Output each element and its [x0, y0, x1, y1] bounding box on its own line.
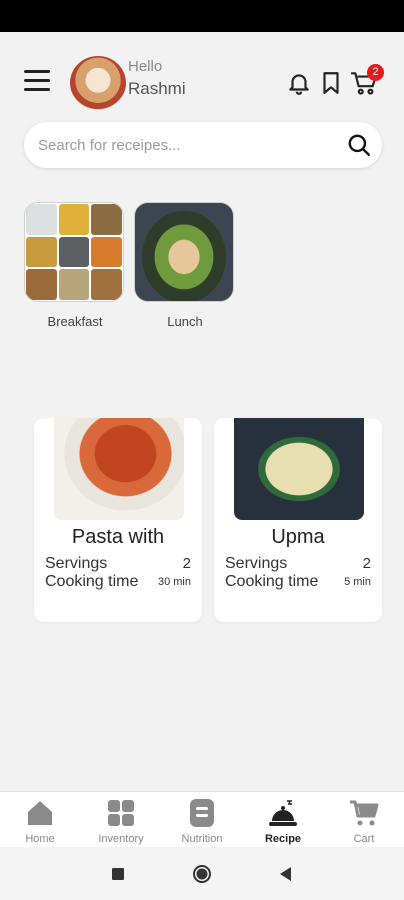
recipe-card[interactable]: Pasta with Servings 2 Cooking time 30 mi…	[34, 418, 202, 622]
cooking-time-value: 30 min	[157, 576, 191, 588]
nav-recipe[interactable]: Recipe	[243, 792, 323, 848]
back-icon[interactable]	[276, 864, 296, 884]
menu-icon-bar	[24, 70, 50, 73]
bell-icon	[289, 74, 309, 95]
recipe-card[interactable]: Upma Servings 2 Cooking time 5 min	[214, 418, 382, 622]
greeting-text: Hello	[128, 58, 163, 75]
category-label: Lunch	[167, 314, 203, 329]
nav-label: Recipe	[264, 833, 302, 845]
cooking-time-label: Cooking time	[45, 573, 139, 590]
cooking-time-row: Cooking time 30 min	[45, 573, 195, 592]
home-icon	[28, 801, 52, 825]
category-lunch[interactable]: Lunch	[134, 202, 236, 329]
notes-icon	[190, 799, 214, 827]
avatar[interactable]	[70, 56, 126, 110]
servings-value: 2	[182, 555, 191, 572]
cloche-icon	[269, 800, 297, 826]
servings-row: Servings 2	[225, 555, 375, 574]
servings-row: Servings 2	[45, 555, 195, 574]
cooking-time-label: Cooking time	[225, 573, 319, 590]
nav-inventory[interactable]: Inventory	[81, 792, 161, 848]
bookmark-icon	[323, 72, 339, 94]
servings-label: Servings	[45, 555, 108, 572]
header-actions: 2	[286, 64, 384, 98]
menu-icon-bar	[24, 79, 50, 82]
cart-count-badge: 2	[367, 64, 384, 81]
recipe-list: Pasta with Servings 2 Cooking time 30 mi…	[34, 418, 384, 622]
cooking-time-value: 5 min	[344, 576, 371, 588]
recipe-image	[234, 418, 364, 520]
notifications-button[interactable]	[286, 70, 312, 96]
system-nav-bar	[0, 848, 404, 900]
header: Hello Rashmi 2	[0, 52, 404, 112]
nav-label: Cart	[353, 833, 375, 845]
category-list: Breakfast Lunch	[24, 202, 384, 332]
nav-nutrition[interactable]: Nutrition	[162, 792, 242, 848]
search-input[interactable]	[38, 133, 338, 157]
bookmarks-button[interactable]	[318, 70, 344, 96]
user-name: Rashmi	[128, 79, 186, 98]
servings-value: 2	[362, 555, 371, 572]
nav-cart[interactable]: Cart	[324, 792, 404, 848]
breakfast-image	[24, 202, 124, 302]
cart-button[interactable]: 2	[350, 64, 384, 96]
servings-label: Servings	[225, 555, 288, 572]
grid-icon	[108, 800, 134, 826]
recipe-title: Pasta with	[71, 526, 165, 548]
menu-icon-bar	[24, 88, 50, 91]
category-label: Breakfast	[47, 314, 103, 329]
cart-icon	[350, 800, 379, 826]
recipe-title: Upma	[271, 526, 325, 548]
search-icon[interactable]	[346, 132, 372, 158]
category-breakfast[interactable]: Breakfast	[24, 202, 126, 329]
status-bar	[0, 0, 404, 32]
home-circle-icon[interactable]	[192, 864, 212, 884]
recents-icon[interactable]	[108, 864, 128, 884]
nav-home[interactable]: Home	[0, 792, 80, 848]
greeting-block: Hello Rashmi	[128, 56, 186, 100]
nav-label: Home	[25, 833, 55, 845]
bottom-nav: Home Inventory Nutrition Recipe Cart	[0, 791, 404, 847]
recipe-image	[54, 418, 184, 520]
nav-label: Nutrition	[181, 833, 223, 845]
search-bar	[24, 122, 382, 168]
menu-button[interactable]	[24, 70, 52, 94]
cooking-time-row: Cooking time 5 min	[225, 573, 375, 592]
lunch-image	[134, 202, 234, 302]
nav-label: Inventory	[98, 833, 144, 845]
